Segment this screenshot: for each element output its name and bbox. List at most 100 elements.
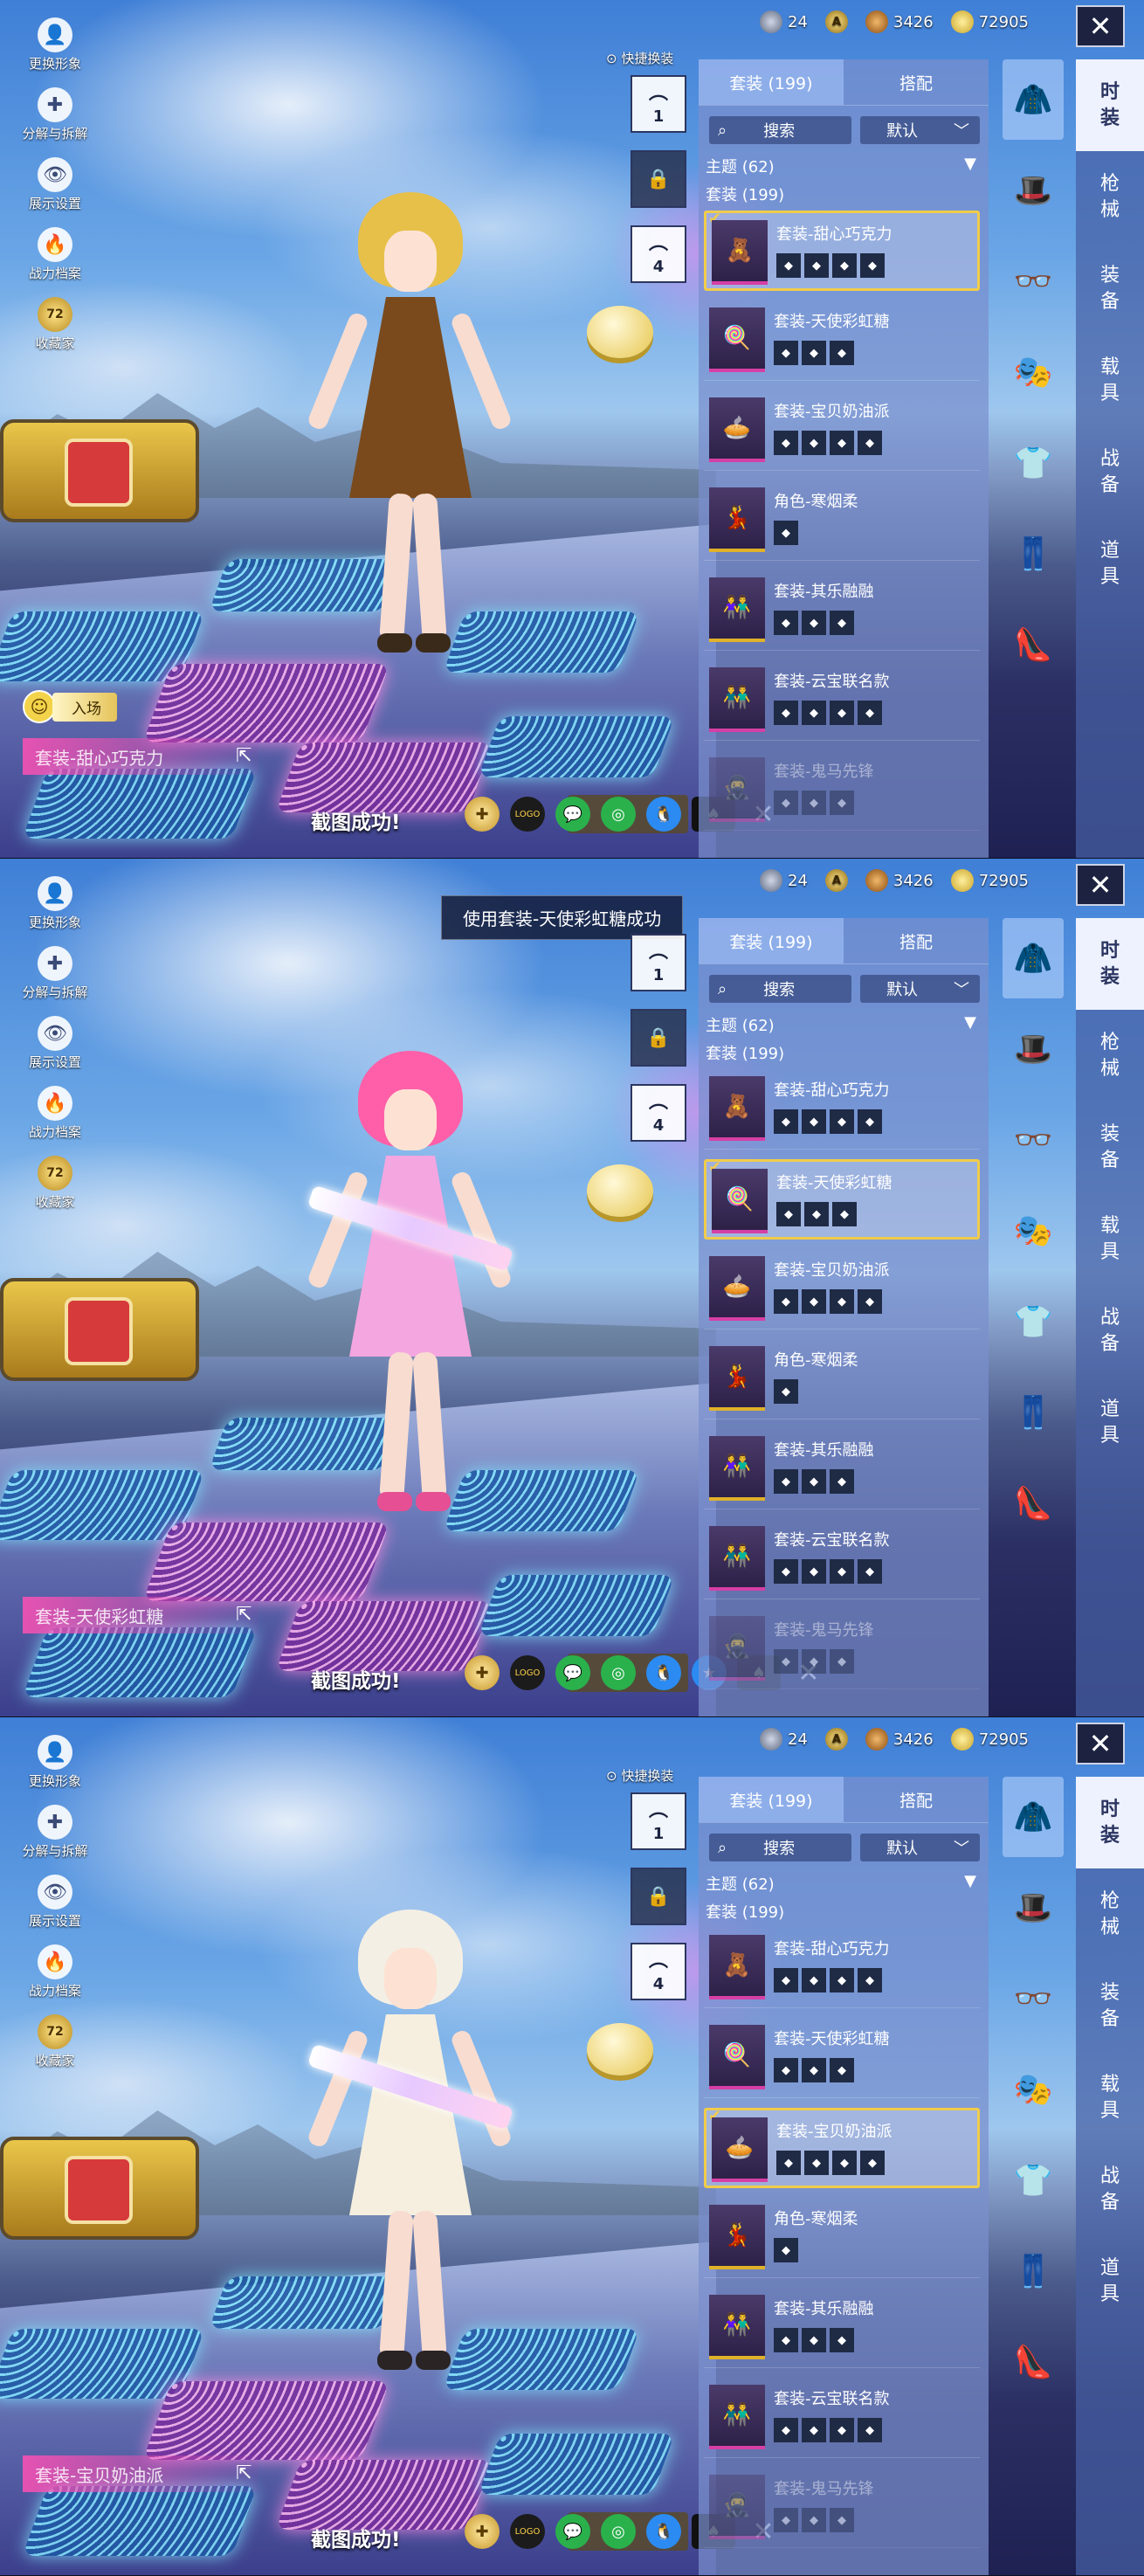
- left-menu-item[interactable]: 👁 展示设置: [16, 1016, 94, 1086]
- theme-category[interactable]: 主题 (62) ▼: [699, 1008, 989, 1039]
- close-button[interactable]: ✕: [1076, 5, 1125, 47]
- category-tab[interactable]: 载具: [1076, 2052, 1144, 2144]
- qq-icon[interactable]: 🐧: [646, 797, 681, 832]
- glasses-icon[interactable]: 👓: [1003, 241, 1064, 321]
- share-icon[interactable]: ⇱: [236, 2462, 252, 2484]
- outfit-list-item[interactable]: ✔ 🧸 套装-甜心巧克力 ◆ ◆ ◆ ◆: [704, 210, 980, 291]
- player-avatar[interactable]: [297, 1051, 524, 1523]
- wechat-icon[interactable]: 💬: [555, 2514, 590, 2549]
- category-tab[interactable]: 载具: [1076, 1193, 1144, 1285]
- outfit-list-item[interactable]: 💃 角色-寒烟柔 ◆: [704, 1339, 980, 1419]
- left-menu-item[interactable]: ✚ 分解与拆解: [16, 87, 94, 157]
- currency-item[interactable]: 72905: [950, 869, 1029, 892]
- glasses-icon[interactable]: 👓: [1003, 1958, 1064, 2039]
- left-menu-item[interactable]: 👤 更换形象: [16, 17, 94, 87]
- shoes-icon[interactable]: 👠: [1003, 604, 1064, 685]
- left-menu-item[interactable]: 👤 更换形象: [16, 876, 94, 946]
- category-tab[interactable]: 装备: [1076, 1102, 1144, 1193]
- shoes-icon[interactable]: 👠: [1003, 2322, 1064, 2402]
- tab-suits[interactable]: 套装 (199): [699, 1777, 844, 1822]
- top-icon[interactable]: 👕: [1003, 2140, 1064, 2220]
- category-tab[interactable]: 载具: [1076, 335, 1144, 426]
- outfit-list-item[interactable]: 🧸 套装-甜心巧克力 ◆ ◆ ◆ ◆: [704, 1928, 980, 2008]
- mask-icon[interactable]: 🎭: [1003, 1191, 1064, 1271]
- wechat-icon[interactable]: 💬: [555, 1655, 590, 1690]
- share-icon[interactable]: ⇱: [236, 745, 252, 767]
- left-menu-item[interactable]: ✚ 分解与拆解: [16, 1805, 94, 1875]
- game-logo-icon[interactable]: LOGO: [510, 797, 545, 832]
- left-menu-item[interactable]: 🔥 战力档案: [16, 227, 94, 297]
- outfit-list-item[interactable]: 🍭 套装-天使彩虹糖 ◆ ◆ ◆: [704, 2018, 980, 2098]
- outfit-list-item[interactable]: 💃 角色-寒烟柔 ◆: [704, 480, 980, 561]
- player-avatar[interactable]: [297, 192, 524, 664]
- sort-dropdown[interactable]: 默认 ﹀: [860, 116, 980, 144]
- search-input[interactable]: ⌕ 搜索: [709, 116, 852, 144]
- quick-change-label[interactable]: ⊙ 快捷换装: [606, 49, 673, 67]
- category-tab[interactable]: 战备: [1076, 1285, 1144, 1377]
- quick-change-label[interactable]: ⊙ 快捷换装: [606, 1766, 673, 1785]
- moments-icon[interactable]: ◎: [601, 1655, 636, 1690]
- top-icon[interactable]: 👕: [1003, 423, 1064, 503]
- outfit-list-item[interactable]: 🥧 套装-宝贝奶油派 ◆ ◆ ◆ ◆: [704, 1249, 980, 1329]
- hat-icon[interactable]: 🎩: [1003, 150, 1064, 231]
- tab-suits[interactable]: 套装 (199): [699, 918, 844, 963]
- tab-suits[interactable]: 套装 (199): [699, 59, 844, 105]
- mask-icon[interactable]: 🎭: [1003, 2049, 1064, 2130]
- outfit-icon[interactable]: 🧥: [1003, 59, 1064, 140]
- sort-dropdown[interactable]: 默认 ﹀: [860, 975, 980, 1003]
- category-tab[interactable]: 战备: [1076, 2144, 1144, 2235]
- category-tab[interactable]: 时装: [1076, 1777, 1144, 1868]
- theme-category[interactable]: 主题 (62) ▼: [699, 149, 989, 181]
- share-icon[interactable]: ⇱: [236, 1604, 252, 1626]
- left-menu-item[interactable]: 🔥 战力档案: [16, 1086, 94, 1156]
- category-tab[interactable]: 时装: [1076, 59, 1144, 151]
- category-tab[interactable]: 时装: [1076, 918, 1144, 1010]
- left-menu-item[interactable]: 👁 展示设置: [16, 157, 94, 227]
- hanger-slot[interactable]: ⌒ 1: [631, 1792, 686, 1850]
- hanger-slot[interactable]: ⌒ 1: [631, 75, 686, 133]
- currency-item[interactable]: 3426: [865, 10, 934, 33]
- search-input[interactable]: ⌕ 搜索: [709, 975, 852, 1003]
- qq-icon[interactable]: 🐧: [646, 2514, 681, 2549]
- left-menu-item[interactable]: 👁 展示设置: [16, 1875, 94, 1944]
- moments-icon[interactable]: ◎: [601, 797, 636, 832]
- hat-icon[interactable]: 🎩: [1003, 1009, 1064, 1089]
- coin-share-icon[interactable]: ✚: [465, 2514, 500, 2549]
- close-button[interactable]: ✕: [1076, 1723, 1125, 1765]
- category-tab[interactable]: 战备: [1076, 426, 1144, 518]
- currency-item[interactable]: A: [824, 869, 848, 892]
- left-menu-item[interactable]: 72 收藏家: [16, 2014, 94, 2084]
- category-tab[interactable]: 装备: [1076, 243, 1144, 335]
- currency-item[interactable]: A: [824, 10, 848, 33]
- pants-icon[interactable]: 👖: [1003, 2231, 1064, 2311]
- hanger-slot[interactable]: ⌒ 4: [631, 1943, 686, 2000]
- pants-icon[interactable]: 👖: [1003, 1372, 1064, 1453]
- category-tab[interactable]: 枪械: [1076, 1010, 1144, 1102]
- pants-icon[interactable]: 👖: [1003, 514, 1064, 594]
- tab-match[interactable]: 搭配: [844, 59, 989, 105]
- outfit-icon[interactable]: 🧥: [1003, 918, 1064, 998]
- shoes-icon[interactable]: 👠: [1003, 1463, 1064, 1544]
- outfit-list-item[interactable]: ✔ 🍭 套装-天使彩虹糖 ◆ ◆ ◆: [704, 1158, 980, 1240]
- locked-outfit-slot[interactable]: 🔒: [631, 1868, 686, 1925]
- outfit-list-item[interactable]: 👬 套装-云宝联名款 ◆ ◆ ◆ ◆: [704, 1519, 980, 1599]
- currency-item[interactable]: 3426: [865, 1728, 934, 1751]
- left-menu-item[interactable]: ✚ 分解与拆解: [16, 946, 94, 1016]
- left-menu-item[interactable]: 72 收藏家: [16, 1156, 94, 1226]
- tab-match[interactable]: 搭配: [844, 1777, 989, 1822]
- wechat-icon[interactable]: 💬: [555, 797, 590, 832]
- category-tab[interactable]: 道具: [1076, 2235, 1144, 2327]
- currency-item[interactable]: 24: [760, 10, 808, 33]
- tab-match[interactable]: 搭配: [844, 918, 989, 963]
- sort-dropdown[interactable]: 默认 ﹀: [860, 1834, 980, 1861]
- category-tab[interactable]: 装备: [1076, 1960, 1144, 2052]
- top-icon[interactable]: 👕: [1003, 1281, 1064, 1362]
- hanger-slot[interactable]: ⌒ 1: [631, 934, 686, 991]
- currency-item[interactable]: A: [824, 1728, 848, 1751]
- search-input[interactable]: ⌕ 搜索: [709, 1834, 852, 1861]
- game-logo-icon[interactable]: LOGO: [510, 2514, 545, 2549]
- equipped-outfit-bar[interactable]: 套装-宝贝奶油派 ⇱: [23, 2455, 258, 2492]
- left-menu-item[interactable]: 72 收藏家: [16, 297, 94, 367]
- locked-outfit-slot[interactable]: 🔒: [631, 1009, 686, 1067]
- outfit-list-item[interactable]: 🥷 套装-鬼马先锋 ◆ ◆ ◆: [704, 1609, 980, 1689]
